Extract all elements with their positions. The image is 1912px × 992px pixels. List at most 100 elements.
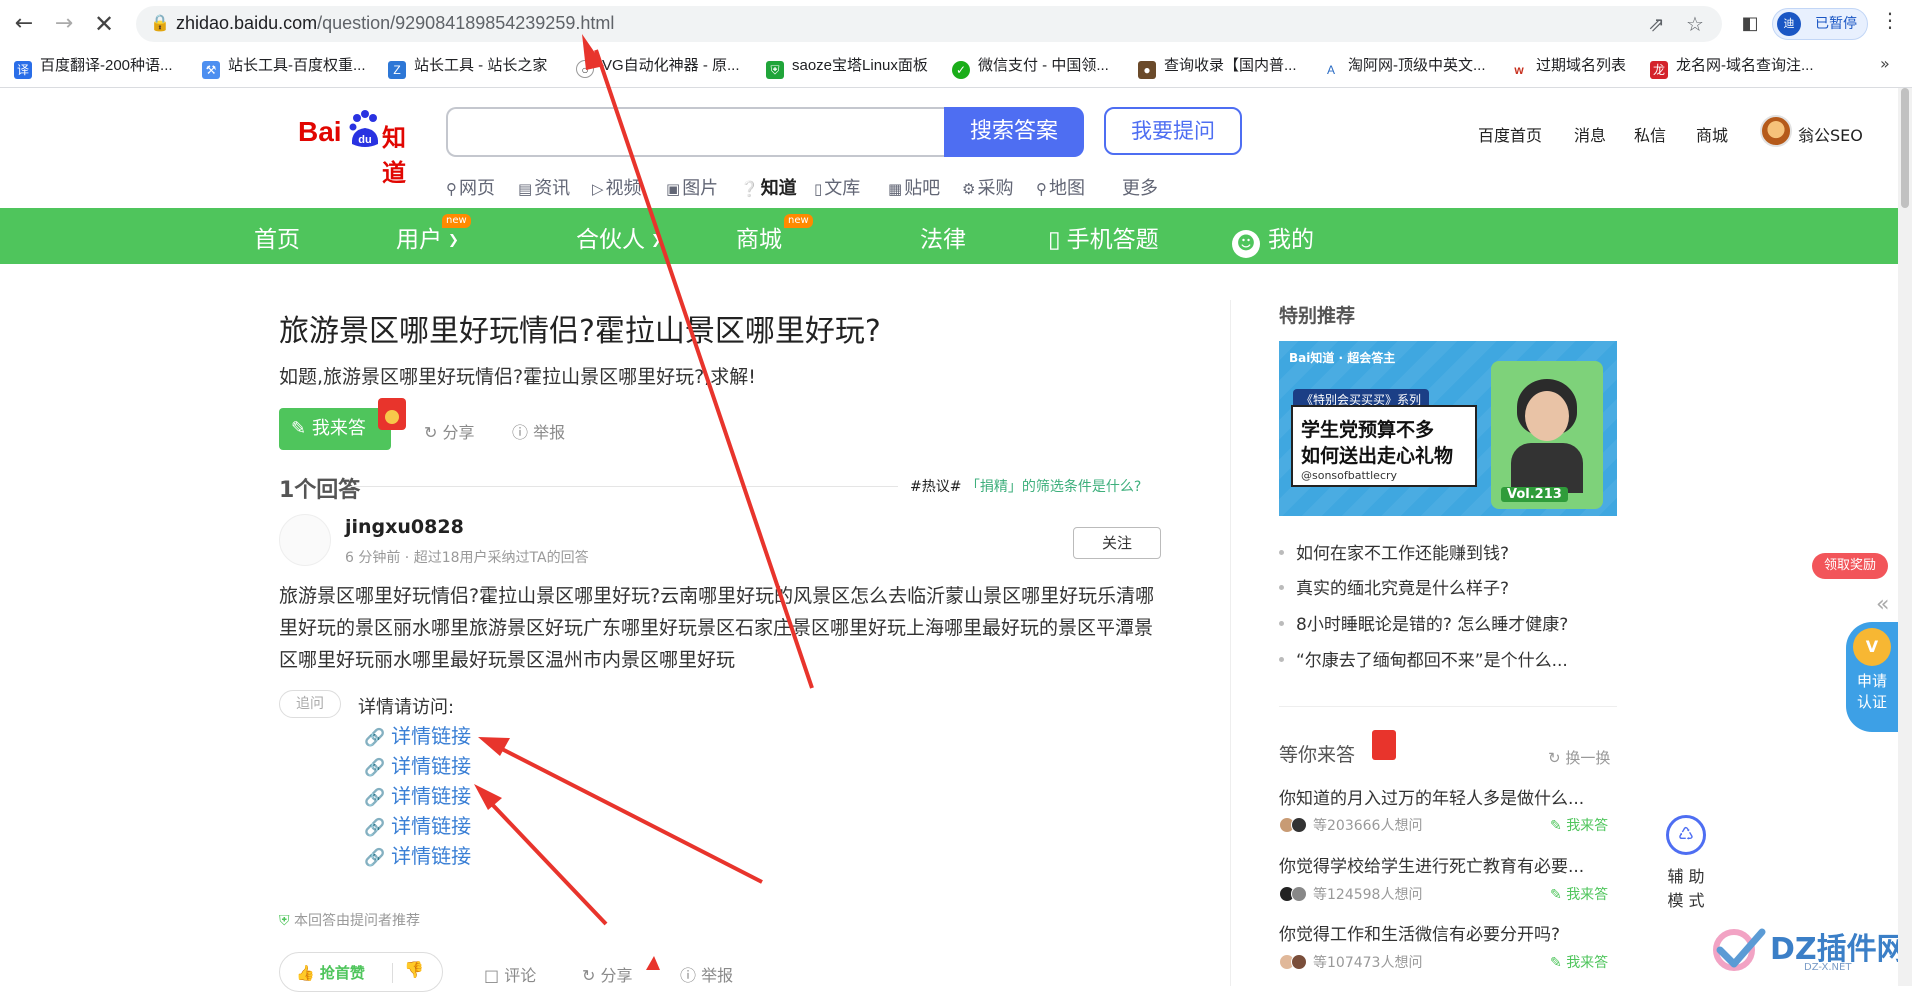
tab-video[interactable]: ▷ 视频 xyxy=(592,174,642,200)
nav-user[interactable]: 用户 new ❯ xyxy=(396,214,471,254)
answerer-name[interactable]: jingxu0828 xyxy=(345,516,464,538)
tab-web[interactable]: ⚲ 网页 xyxy=(446,174,495,200)
answerer-avatar[interactable] xyxy=(279,514,331,566)
tab-news[interactable]: ▤ 资讯 xyxy=(518,174,570,200)
share-icon: ↻ xyxy=(582,966,596,985)
answer-link[interactable]: ✎ 我来答 xyxy=(1550,952,1608,972)
profile-avatar: 迪 xyxy=(1777,12,1801,36)
recommend-item[interactable]: “尔康去了缅甸都回不来”是个什么... xyxy=(1279,646,1568,671)
url-text[interactable]: zhidao.baidu.com/question/92908418985423… xyxy=(176,13,614,34)
report-question[interactable]: ⓘ 举报 xyxy=(512,419,565,443)
accessibility-label: 模 式 xyxy=(1667,891,1705,910)
claim-reward-button[interactable]: 领取奖励 xyxy=(1812,553,1888,579)
answer-link[interactable]: ✎ 我来答 xyxy=(1550,815,1608,835)
apply-certification-button[interactable]: V 申请 认证 xyxy=(1846,622,1898,732)
bookmark-item[interactable]: A 淘阿网-顶级中英文... xyxy=(1322,54,1486,79)
tab-images[interactable]: ▣ 图片 xyxy=(666,174,718,200)
answer-button[interactable]: ✎ 我来答 xyxy=(279,408,391,450)
link-icon: 🔗 xyxy=(364,758,386,778)
stop-loading-icon[interactable]: ✕ xyxy=(88,8,120,40)
baidu-zhidao-logo[interactable]: Bai du 知道 xyxy=(298,110,428,187)
like-button[interactable]: 👍 抢首赞 xyxy=(296,962,365,983)
report-answer[interactable]: ⓘ 举报 xyxy=(680,962,733,986)
tab-map[interactable]: ⚲ 地图 xyxy=(1036,174,1085,200)
link-private-messages[interactable]: 私信 xyxy=(1634,122,1666,146)
profile-button[interactable]: 迪 已暂停 xyxy=(1772,8,1868,40)
forward-arrow-icon[interactable]: → xyxy=(48,8,80,40)
lock-icon[interactable]: 🔒 xyxy=(150,13,170,32)
bookmarks-overflow-icon[interactable]: » xyxy=(1880,54,1890,73)
share-question[interactable]: ↻ 分享 xyxy=(424,419,475,443)
accessibility-label: 辅 助 xyxy=(1667,867,1705,886)
bookmark-item[interactable]: 译百度翻译-200种语... xyxy=(14,54,173,79)
chevron-down-icon: ❯ xyxy=(651,233,662,248)
bookmark-item[interactable]: ○ VG自动化神器 - 原... xyxy=(576,54,740,78)
detail-link[interactable]: 🔗 详情链接 xyxy=(364,840,471,869)
bookmark-item[interactable]: ● 查询收录【国内普... xyxy=(1138,54,1297,79)
browser-menu-icon[interactable]: ⋮ xyxy=(1880,8,1900,32)
thumbs-down-icon[interactable]: 👎 xyxy=(404,960,424,979)
follow-up-button[interactable]: 追问 xyxy=(279,690,341,718)
bookmark-star-icon[interactable]: ☆ xyxy=(1686,12,1704,36)
follow-button[interactable]: 关注 xyxy=(1073,527,1161,559)
edit-icon: ✎ xyxy=(1550,955,1562,971)
nav-mobile-answer[interactable]: ▯ 手机答题 xyxy=(1048,220,1159,254)
detail-link[interactable]: 🔗 详情链接 xyxy=(364,720,471,749)
user-name[interactable]: 翁公SEO xyxy=(1798,122,1863,146)
link-baidu-home[interactable]: 百度首页 xyxy=(1478,122,1542,146)
nav-partner[interactable]: 合伙人 ❯ xyxy=(576,220,662,254)
divider xyxy=(1279,706,1617,707)
detail-link[interactable]: 🔗 详情链接 xyxy=(364,810,471,839)
refresh-button[interactable]: ↻ 换一换 xyxy=(1548,747,1610,768)
bookmark-item[interactable]: ⛨ saoze宝塔Linux面板 xyxy=(766,54,928,79)
comment-icon: □ xyxy=(484,966,500,985)
side-panel-icon[interactable]: ◧ xyxy=(1734,8,1766,40)
tab-zhidao[interactable]: ❔ 知道 xyxy=(740,174,797,200)
wait-question[interactable]: 你觉得工作和生活微信有必要分开吗? xyxy=(1279,920,1560,945)
chevron-down-icon: ❯ xyxy=(448,233,459,248)
tab-purchase[interactable]: ⚙ 采购 xyxy=(962,174,1013,200)
promo-banner[interactable]: Bai知道 · 超会答主 《特别会买买买》系列 学生党预算不多 如何送出走心礼物… xyxy=(1279,341,1617,516)
nav-law[interactable]: 法律 xyxy=(920,220,966,254)
accessibility-mode-button[interactable]: ♺ 辅 助 模 式 xyxy=(1664,815,1708,915)
tab-more[interactable]: 更多 xyxy=(1122,174,1158,200)
hot-topic-link[interactable]: #热议# 「捐精」的筛选条件是什么? xyxy=(910,476,1141,496)
share-page-icon[interactable]: ⇗ xyxy=(1648,12,1665,36)
apply-label: 申请 xyxy=(1856,672,1887,690)
back-arrow-icon[interactable]: ← xyxy=(8,8,40,40)
link-mall[interactable]: 商城 xyxy=(1696,122,1728,146)
recommend-item[interactable]: 如何在家不工作还能赚到钱? xyxy=(1279,539,1509,564)
bookmark-item[interactable]: Z 站长工具 - 站长之家 xyxy=(388,54,547,79)
search-answer-button[interactable]: 搜索答案 xyxy=(944,107,1084,157)
image-icon: ▣ xyxy=(666,180,681,198)
nav-mall[interactable]: 商城 new xyxy=(736,214,813,254)
nav-home[interactable]: 首页 xyxy=(254,220,300,254)
bookmark-item[interactable]: ✓ 微信支付 - 中国领... xyxy=(952,54,1109,79)
bookmark-item[interactable]: 龙龙名网-域名查询注... xyxy=(1650,54,1814,79)
page-scrollbar[interactable] xyxy=(1898,88,1912,986)
profile-status: 已暂停 xyxy=(1815,16,1857,32)
double-chevron-left-icon[interactable]: « xyxy=(1876,592,1889,617)
ask-question-button[interactable]: 我要提问 xyxy=(1104,107,1242,155)
wait-question[interactable]: 你知道的月入过万的年轻人多是做什么... xyxy=(1279,784,1584,809)
address-bar[interactable]: 🔒 zhidao.baidu.com/question/929084189854… xyxy=(136,6,1722,42)
recommend-item[interactable]: 真实的缅北究竟是什么样子? xyxy=(1279,574,1509,599)
user-avatar[interactable] xyxy=(1760,115,1792,147)
recommend-item[interactable]: 8小时睡眠论是错的? 怎么睡才健康? xyxy=(1279,610,1568,635)
answer-link[interactable]: ✎ 我来答 xyxy=(1550,884,1608,904)
red-envelope-icon[interactable] xyxy=(378,398,406,430)
bookmark-item[interactable]: ⚒ 站长工具-百度权重... xyxy=(202,54,366,79)
share-answer[interactable]: ↻ 分享 xyxy=(582,962,633,986)
detail-link[interactable]: 🔗 详情链接 xyxy=(364,780,471,809)
bookmark-item[interactable]: w 过期域名列表 xyxy=(1510,54,1626,79)
search-input[interactable] xyxy=(446,107,946,157)
detail-link[interactable]: 🔗 详情链接 xyxy=(364,750,471,779)
link-messages[interactable]: 消息 xyxy=(1574,122,1606,146)
tab-wenku[interactable]: ▯ 文库 xyxy=(814,174,860,200)
tab-tieba[interactable]: ▦ 贴吧 xyxy=(888,174,940,200)
scrollbar-thumb[interactable] xyxy=(1901,88,1909,208)
tieba-icon: ▦ xyxy=(888,180,903,198)
nav-mine[interactable]: ☻ 我的 xyxy=(1232,220,1314,258)
comment-button[interactable]: □ 评论 xyxy=(484,962,536,986)
wait-question[interactable]: 你觉得学校给学生进行死亡教育有必要... xyxy=(1279,852,1584,877)
